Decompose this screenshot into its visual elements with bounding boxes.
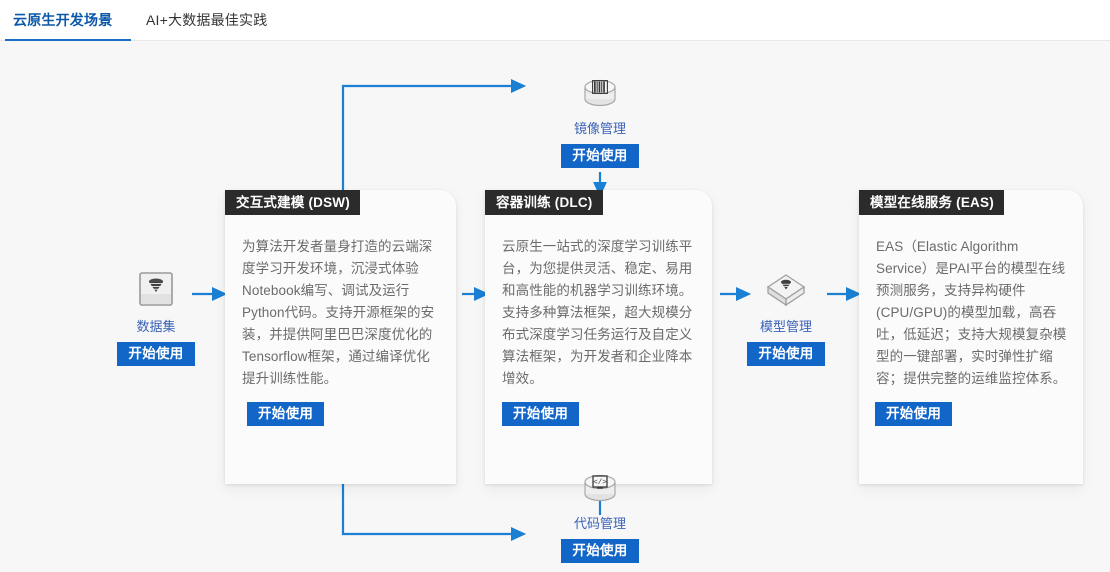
wire-dsw-bottom-to-code bbox=[341, 484, 527, 542]
svg-text:</>: </> bbox=[593, 479, 607, 487]
dataset-stack-icon bbox=[139, 272, 173, 306]
card-eas-start-button[interactable]: 开始使用 bbox=[875, 402, 953, 426]
code-disc-icon: </> bbox=[584, 474, 616, 502]
card-dlc-body: 云原生一站式的深度学习训练平台，为您提供灵活、稳定、易用和高性能的机器学习训练环… bbox=[485, 215, 712, 484]
node-image-management: 镜像管理 开始使用 bbox=[540, 71, 660, 168]
model-cube-icon bbox=[766, 274, 806, 307]
card-dsw-title: 交互式建模 (DSW) bbox=[225, 190, 360, 215]
node-model-management: 模型管理 开始使用 bbox=[726, 269, 846, 366]
node-model-management-label[interactable]: 模型管理 bbox=[726, 318, 846, 336]
card-eas-body: EAS（Elastic Algorithm Service）是PAI平台的模型在… bbox=[859, 215, 1083, 484]
image-disc-icon bbox=[584, 79, 616, 107]
card-dlc-title: 容器训练 (DLC) bbox=[485, 190, 603, 215]
tab-bar: 云原生开发场景 AI+大数据最佳实践 bbox=[0, 0, 1110, 42]
tab-cloud-native-dev[interactable]: 云原生开发场景 bbox=[13, 10, 112, 30]
architecture-diagram-canvas: 交互式建模 (DSW) 为算法开发者量身打造的云端深度学习开发环境，沉浸式体验N… bbox=[0, 41, 1110, 572]
card-dlc-start-button[interactable]: 开始使用 bbox=[502, 402, 580, 426]
node-image-management-start-button[interactable]: 开始使用 bbox=[561, 144, 639, 168]
wire-dsw-top-to-image bbox=[341, 78, 527, 190]
tab-ai-bigdata-best-practice[interactable]: AI+大数据最佳实践 bbox=[146, 10, 267, 30]
card-dsw-description: 为算法开发者量身打造的云端深度学习开发环境，沉浸式体验Notebook编写、调试… bbox=[242, 239, 435, 386]
card-dlc-description: 云原生一站式的深度学习训练平台，为您提供灵活、稳定、易用和高性能的机器学习训练环… bbox=[502, 239, 693, 386]
node-code-management-start-button[interactable]: 开始使用 bbox=[561, 539, 639, 563]
card-eas-description: EAS（Elastic Algorithm Service）是PAI平台的模型在… bbox=[876, 239, 1067, 386]
card-dsw-start-button[interactable]: 开始使用 bbox=[247, 402, 325, 426]
node-code-management-label[interactable]: 代码管理 bbox=[540, 515, 660, 533]
node-dataset-label[interactable]: 数据集 bbox=[96, 318, 216, 336]
node-code-management: </> 代码管理 开始使用 bbox=[540, 466, 660, 563]
node-dataset-start-button[interactable]: 开始使用 bbox=[117, 342, 195, 366]
card-dsw-body: 为算法开发者量身打造的云端深度学习开发环境，沉浸式体验Notebook编写、调试… bbox=[225, 215, 456, 484]
node-image-management-label[interactable]: 镜像管理 bbox=[540, 120, 660, 138]
card-dlc: 容器训练 (DLC) 云原生一站式的深度学习训练平台，为您提供灵活、稳定、易用和… bbox=[485, 190, 712, 484]
node-model-management-start-button[interactable]: 开始使用 bbox=[747, 342, 825, 366]
card-dsw: 交互式建模 (DSW) 为算法开发者量身打造的云端深度学习开发环境，沉浸式体验N… bbox=[225, 190, 456, 484]
card-eas-title: 模型在线服务 (EAS) bbox=[859, 190, 1004, 215]
node-dataset: 数据集 开始使用 bbox=[96, 269, 216, 366]
card-eas: 模型在线服务 (EAS) EAS（Elastic Algorithm Servi… bbox=[859, 190, 1083, 484]
